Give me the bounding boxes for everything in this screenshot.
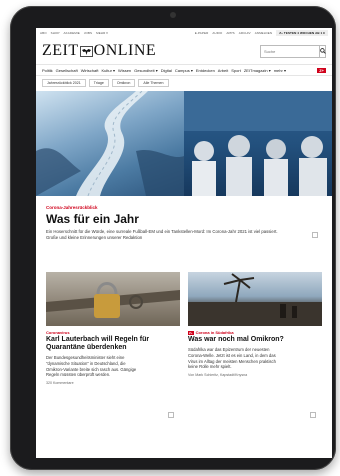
nav-item-kultur[interactable]: Kultur ▾ bbox=[101, 68, 115, 73]
article-image-beach bbox=[188, 272, 322, 326]
card-headline[interactable]: Karl Lauterbach will Regeln für Quarantä… bbox=[46, 336, 180, 352]
lead-article[interactable]: Corona-Jahresrückblick Was für ein Jahr … bbox=[46, 205, 322, 241]
card-teaser: Südafrika war das Epizentrum der neueste… bbox=[188, 347, 276, 370]
tag-alle-themen[interactable]: Alle Themen bbox=[138, 79, 169, 87]
abo-button[interactable]: Z+ TESTEN 4 WOCHEN AB 1 € bbox=[276, 30, 328, 36]
logo-text-online: ONLINE bbox=[93, 42, 157, 59]
article-card-lauterbach[interactable]: Coronavirus Karl Lauterbach will Regeln … bbox=[46, 272, 180, 418]
padlock-illustration bbox=[46, 282, 180, 318]
article-image-padlock bbox=[46, 272, 180, 326]
top-link-mehr[interactable]: MEHR ▾ bbox=[96, 31, 108, 35]
masthead: ZEIT ONLINE bbox=[36, 38, 332, 64]
card-comments[interactable]: 320 Kommentare bbox=[46, 381, 180, 385]
nav-item-politik[interactable]: Politik bbox=[42, 68, 53, 73]
card-headline[interactable]: Was war noch mal Omikron? bbox=[188, 336, 322, 344]
top-links-left: ABO SHOP AKADEMIE JOBS MEHR ▾ bbox=[40, 31, 108, 35]
nav-item-wirtschaft[interactable]: Wirtschaft bbox=[81, 68, 99, 73]
eagle-icon bbox=[79, 45, 93, 57]
tablet-frame: ABO SHOP AKADEMIE JOBS MEHR ▾ E-PAPER AU… bbox=[10, 6, 336, 470]
z-plus-badge: Z+ bbox=[188, 330, 194, 335]
card-kicker-text: Coronavirus bbox=[46, 330, 70, 335]
search-icon bbox=[320, 48, 326, 54]
card-kicker: Z+ Corona in Südafrika bbox=[188, 330, 322, 335]
article-card-omikron[interactable]: Z+ Corona in Südafrika Was war noch mal … bbox=[188, 272, 322, 418]
hero-image[interactable] bbox=[36, 91, 332, 196]
article-cards: Coronavirus Karl Lauterbach will Regeln … bbox=[46, 272, 322, 418]
camera bbox=[170, 12, 176, 18]
z-plus-badge[interactable]: Z+ bbox=[317, 67, 326, 73]
comment-icon[interactable] bbox=[168, 412, 174, 418]
tag-jahresrueckblick[interactable]: Jahresrückblick 2021 bbox=[42, 79, 86, 87]
nav-item-arbeit[interactable]: Arbeit bbox=[218, 68, 228, 73]
top-service-bar: ABO SHOP AKADEMIE JOBS MEHR ▾ E-PAPER AU… bbox=[36, 28, 332, 38]
comment-icon[interactable] bbox=[312, 232, 318, 238]
nav-item-sport[interactable]: Sport bbox=[231, 68, 241, 73]
top-link-anmelden[interactable]: ANMELDEN bbox=[255, 31, 272, 35]
nav-item-campus[interactable]: Campus ▾ bbox=[175, 68, 193, 73]
search-box bbox=[260, 44, 326, 58]
lead-headline[interactable]: Was für ein Jahr bbox=[46, 212, 322, 226]
tablet-screen: ABO SHOP AKADEMIE JOBS MEHR ▾ E-PAPER AU… bbox=[36, 28, 332, 458]
nav-item-gesundheit[interactable]: Gesundheit ▾ bbox=[134, 68, 158, 73]
road-illustration bbox=[36, 91, 184, 196]
top-link-akademie[interactable]: AKADEMIE bbox=[64, 31, 80, 35]
card-kicker: Coronavirus bbox=[46, 330, 180, 335]
comment-icon[interactable] bbox=[310, 412, 316, 418]
card-author: Von Mark Schieritz, Kapstadt/Knysna bbox=[188, 373, 248, 378]
top-link-jobs[interactable]: JOBS bbox=[84, 31, 92, 35]
top-link-abo[interactable]: ABO bbox=[40, 31, 47, 35]
hero-image-football-fans bbox=[184, 91, 332, 196]
tag-triage[interactable]: Triage bbox=[88, 79, 109, 87]
search-button[interactable] bbox=[319, 45, 326, 57]
top-link-apps[interactable]: APPS bbox=[226, 31, 234, 35]
nav-item-zeitmagazin[interactable]: ZEITmagazin ▾ bbox=[244, 68, 271, 73]
tag-omikron[interactable]: Omikron bbox=[111, 79, 136, 87]
zeit-online-logo[interactable]: ZEIT ONLINE bbox=[42, 42, 156, 60]
top-link-epaper[interactable]: E-PAPER bbox=[195, 31, 209, 35]
nav-item-gesellschaft[interactable]: Gesellschaft bbox=[56, 68, 78, 73]
nav-item-entdecken[interactable]: Entdecken bbox=[196, 68, 215, 73]
nav-item-mehr[interactable]: mehr ▾ bbox=[274, 68, 286, 73]
nav-item-digital[interactable]: Digital bbox=[161, 68, 172, 73]
search-input[interactable] bbox=[261, 46, 319, 56]
card-kicker-text: Corona in Südafrika bbox=[195, 330, 234, 335]
logo-text-zeit: ZEIT bbox=[42, 42, 79, 59]
lead-kicker: Corona-Jahresrückblick bbox=[46, 205, 98, 210]
card-teaser: Der Bundesgesundheitsminister sieht eine… bbox=[46, 355, 137, 378]
hero-image-road bbox=[36, 91, 184, 196]
top-links-right: E-PAPER AUDIO APPS ARCHIV ANMELDEN Z+ TE… bbox=[195, 30, 328, 36]
topic-tags: Jahresrückblick 2021 Triage Omikron Alle… bbox=[36, 76, 332, 90]
top-link-shop[interactable]: SHOP bbox=[51, 31, 60, 35]
top-link-archiv[interactable]: ARCHIV bbox=[239, 31, 251, 35]
crowd-illustration bbox=[184, 91, 332, 196]
nav-item-wissen[interactable]: Wissen bbox=[118, 68, 131, 73]
main-navigation: Politik Gesellschaft Wirtschaft Kultur ▾… bbox=[36, 64, 332, 76]
top-link-audio[interactable]: AUDIO bbox=[212, 31, 222, 35]
lead-teaser: Ein Hoserschnitt für die Würde, eine sur… bbox=[46, 229, 278, 240]
beach-illustration bbox=[188, 273, 322, 326]
